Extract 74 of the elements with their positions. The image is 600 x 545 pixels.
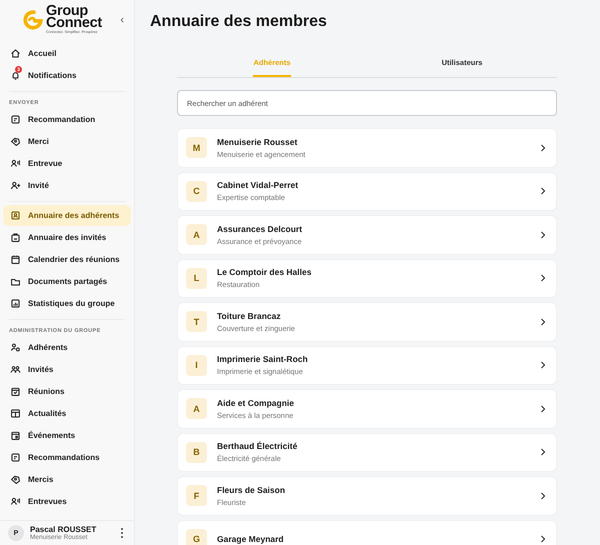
member-name: Assurances Delcourt — [217, 224, 302, 234]
more-icon[interactable] — [118, 527, 126, 539]
logo-icon — [22, 8, 44, 31]
chevron-right-icon — [540, 492, 546, 500]
member-initial: G — [186, 528, 207, 545]
member-initial: A — [186, 398, 207, 420]
user-name: Pascal ROUSSET — [30, 525, 96, 534]
sidebar-item[interactable]: Entrevues — [3, 491, 131, 512]
add-person-icon — [10, 180, 21, 191]
calendar-check-icon — [10, 386, 21, 397]
member-name: Berthaud Électricité — [217, 441, 298, 452]
tag-icon — [10, 474, 21, 485]
bell-icon — [10, 70, 21, 81]
member-card[interactable]: G Garage Meynard — [177, 520, 557, 545]
chevron-right-icon — [540, 187, 546, 196]
member-initial: F — [186, 485, 207, 506]
member-initial: B — [186, 442, 207, 463]
member-initial: C — [186, 180, 207, 202]
sidebar-item[interactable]: Statistiques du groupe — [3, 293, 131, 314]
chevron-right-icon — [540, 230, 546, 239]
page-title: Annuaire des membres — [150, 13, 328, 31]
member-name: Imprimerie Saint-Roch — [217, 354, 308, 364]
sidebar-item[interactable]: Invités — [3, 359, 131, 380]
sidebar-item[interactable]: Réunions — [3, 381, 131, 402]
calendar-icon — [10, 254, 21, 265]
note-icon — [10, 452, 21, 463]
sidebar-item[interactable]: Accueil — [3, 43, 131, 64]
member-initial: A — [186, 224, 207, 246]
speaking-person-icon — [10, 496, 21, 507]
chevron-right-icon — [540, 274, 546, 282]
folder-icon — [10, 276, 21, 287]
member-name: Cabinet Vidal-Perret — [217, 180, 298, 190]
member-initial: I — [186, 354, 207, 376]
sidebar-item[interactable]: Annuaire des invités — [3, 227, 131, 248]
layout-icon — [10, 408, 21, 419]
brand-name: Group — [46, 6, 88, 18]
sidebar-item[interactable]: Invité — [3, 175, 131, 196]
member-name: Fleurs de Saison — [217, 484, 286, 495]
home-icon — [10, 48, 21, 59]
sidebar-item[interactable]: Recommandation — [3, 109, 131, 130]
sidebar-item[interactable]: Documents partagés — [3, 271, 131, 292]
sidebar-item[interactable]: Actualités — [3, 403, 131, 424]
note-icon — [10, 114, 21, 125]
sidebar-item[interactable]: Merci — [3, 131, 131, 152]
contact-card-icon — [10, 210, 21, 221]
chevron-right-icon — [540, 448, 546, 456]
chart-icon — [10, 298, 21, 309]
member-name: Toiture Brancaz — [217, 310, 282, 321]
chevron-right-icon — [540, 535, 546, 544]
sidebar-item[interactable]: Adhérents — [3, 337, 131, 358]
member-initial: T — [186, 311, 207, 332]
brand-name: Connect — [46, 18, 102, 30]
member-name: Garage Meynard — [217, 534, 284, 544]
sidebar-item[interactable]: Mercis — [3, 469, 131, 490]
speaking-person-icon — [10, 158, 21, 169]
people-icon — [10, 342, 21, 353]
chevron-right-icon — [540, 361, 546, 370]
group-icon — [10, 364, 21, 375]
member-initial: L — [186, 268, 207, 289]
tag-icon — [10, 136, 21, 147]
sidebar-item[interactable]: Événements — [3, 425, 131, 446]
sidebar-item[interactable]: Recommandations — [3, 447, 131, 468]
sidebar-item[interactable]: Entrevue — [3, 153, 131, 174]
chevron-right-icon — [540, 318, 546, 326]
collapse-button[interactable]: ‹ — [118, 14, 126, 26]
member-name: Menuiserie Rousset — [217, 136, 298, 147]
member-name: Le Comptoir des Halles — [217, 267, 312, 278]
sidebar-item[interactable]: Calendrier des réunions — [3, 249, 131, 270]
member-name: Aide et Compagnie — [217, 398, 294, 408]
sidebar-item[interactable]: Annuaire des adhérents — [3, 205, 131, 226]
chevron-right-icon — [540, 144, 546, 152]
member-initial: M — [186, 137, 207, 158]
calendar-icon — [10, 430, 21, 441]
chevron-right-icon — [540, 404, 546, 413]
